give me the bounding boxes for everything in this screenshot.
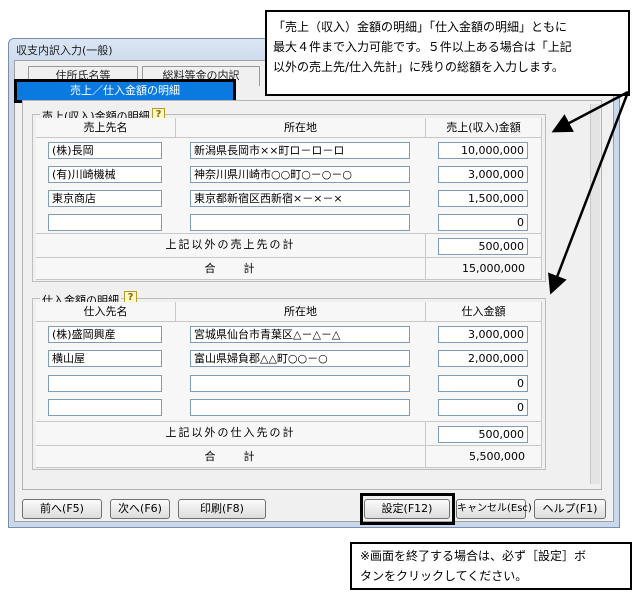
callout-arrows <box>548 90 630 295</box>
arrow-to-purchases-amount <box>548 91 630 295</box>
arrow-to-sales-amount <box>551 90 629 133</box>
